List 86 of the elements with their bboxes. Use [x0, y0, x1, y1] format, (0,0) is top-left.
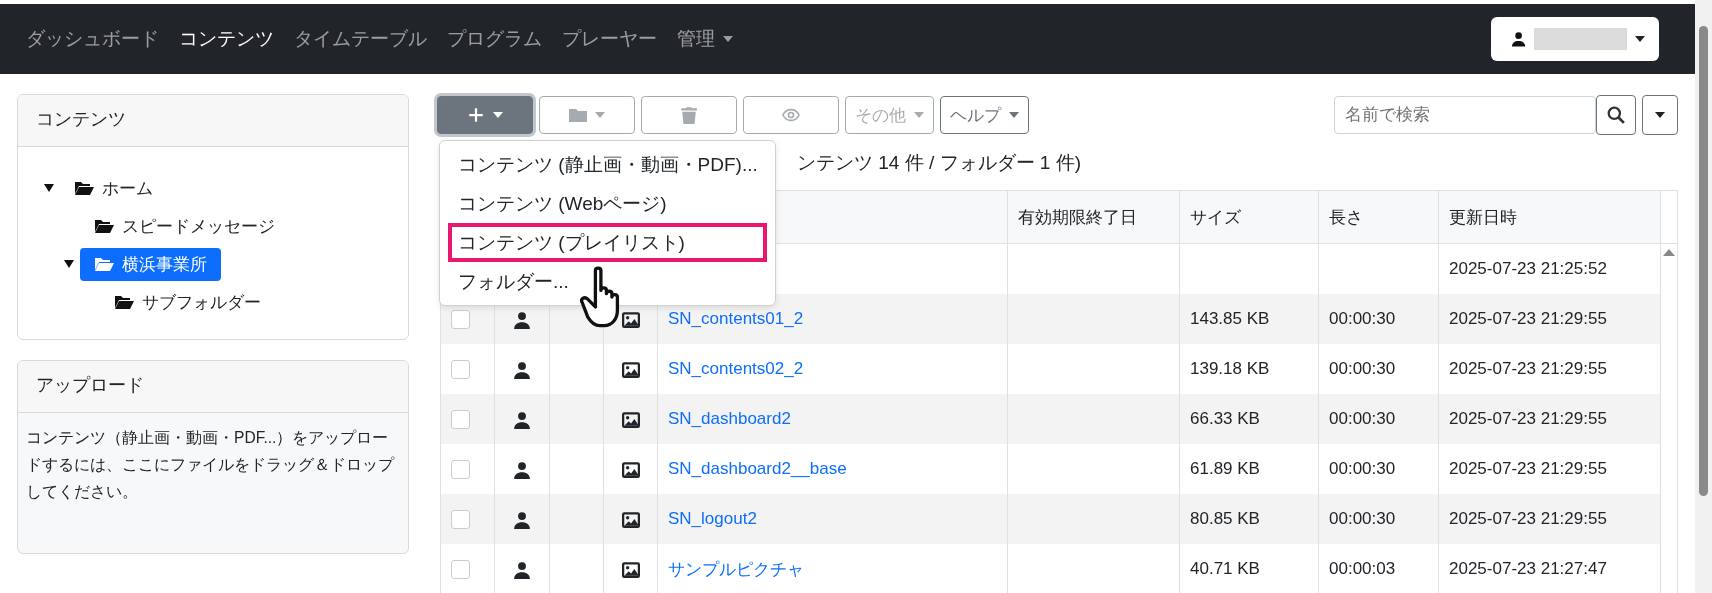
user-icon [513, 310, 531, 329]
nav-link[interactable]: 管理 [677, 26, 733, 52]
add-button[interactable] [437, 96, 533, 134]
updated-date: 2025-07-23 21:29:55 [1449, 459, 1607, 478]
duration-text: 00:00:30 [1329, 409, 1396, 428]
scroll-up-icon[interactable] [1663, 249, 1675, 256]
nav-link[interactable]: プログラム [447, 26, 542, 52]
page-scrollbar[interactable] [1695, 0, 1712, 593]
row-checkbox[interactable] [451, 410, 470, 429]
image-icon [621, 460, 640, 479]
content-link[interactable]: SN_dashboard2 [668, 409, 791, 428]
nav-link[interactable]: ダッシュボード [26, 26, 159, 52]
user-icon [513, 460, 531, 479]
upload-instructions: コンテンツ（静止画・動画・PDF...）をアップロードするには、ここにファイルをドラッグ＆ドロップしてください。 [25, 428, 396, 502]
updated-date: 2025-07-23 21:29:55 [1449, 359, 1607, 378]
row-checkbox[interactable] [451, 310, 470, 329]
size-text: 61.89 KB [1190, 459, 1260, 478]
folder-icon [74, 180, 94, 196]
user-menu-button[interactable] [1491, 17, 1659, 61]
tree-item[interactable]: 横浜事業所 [80, 247, 221, 281]
updated-date: 2025-07-23 21:29:55 [1449, 409, 1607, 428]
updated-date: 2025-07-23 21:27:47 [1449, 559, 1607, 578]
panel-header: アップロード [18, 361, 408, 413]
size-text: 80.85 KB [1190, 509, 1260, 528]
duration-text: 00:00:30 [1329, 359, 1396, 378]
folder-icon [94, 256, 114, 272]
search-icon [1607, 106, 1625, 124]
item-count: ンテンツ 14 件 / フォルダー 1 件) [797, 151, 1081, 175]
row-checkbox[interactable] [451, 510, 470, 529]
panel-header: コンテンツ [18, 95, 408, 147]
column-header[interactable]: サイズ [1179, 190, 1319, 244]
image-icon [621, 560, 640, 579]
duration-text: 00:00:03 [1329, 559, 1396, 578]
content-link[interactable]: サンプルピクチャ [668, 559, 804, 579]
size-text: 40.71 KB [1190, 559, 1260, 578]
menu-item[interactable]: コンテンツ (静止画・動画・PDF)... [440, 145, 775, 184]
content-link[interactable]: SN_contents01_2 [668, 309, 804, 328]
duration-text: 00:00:30 [1329, 309, 1396, 328]
plus-icon [467, 106, 485, 124]
content-link[interactable]: SN_logout2 [668, 509, 757, 528]
updated-date: 2025-07-23 21:25:52 [1449, 259, 1607, 278]
content-link[interactable]: SN_contents02_2 [668, 359, 804, 378]
tree-item[interactable]: ホーム [60, 171, 167, 205]
tree-item[interactable]: スピードメッセージ [80, 209, 289, 243]
folder-icon [569, 106, 587, 124]
search-field[interactable]: 名前で検索 [1334, 96, 1596, 134]
row-checkbox[interactable] [451, 560, 470, 579]
options-button[interactable] [1642, 95, 1678, 135]
user-icon [513, 510, 531, 529]
caret-icon [1635, 36, 1645, 42]
row-checkbox[interactable] [451, 460, 470, 479]
nav-link[interactable]: プレーヤー [562, 26, 657, 52]
duration-text: 00:00:30 [1329, 459, 1396, 478]
updated-date: 2025-07-23 21:29:55 [1449, 309, 1607, 328]
collapse-icon[interactable] [44, 184, 54, 192]
size-text: 143.85 KB [1190, 309, 1270, 328]
menu-item[interactable]: コンテンツ (プレイリスト) [448, 223, 767, 262]
nav-link[interactable]: コンテンツ [179, 26, 274, 52]
folder-icon [114, 294, 134, 310]
folder-icon [94, 218, 114, 234]
updated-date: 2025-07-23 21:29:55 [1449, 509, 1607, 528]
eye-icon [782, 106, 800, 124]
nav-link[interactable]: タイムテーブル [294, 26, 427, 52]
tree-item[interactable]: サブフォルダー [100, 285, 275, 319]
caret-icon [1655, 112, 1665, 118]
dropdown-button[interactable]: ヘルプ [940, 96, 1029, 134]
duration-text: 00:00:30 [1329, 509, 1396, 528]
size-text: 66.33 KB [1190, 409, 1260, 428]
trash-icon [680, 106, 698, 124]
image-icon [621, 310, 640, 329]
image-icon [621, 410, 640, 429]
column-header[interactable]: 更新日時 [1438, 190, 1661, 244]
row-checkbox[interactable] [451, 360, 470, 379]
size-text: 139.18 KB [1190, 359, 1270, 378]
user-icon [513, 560, 531, 579]
menu-item[interactable]: フォルダー... [440, 262, 775, 301]
user-icon [513, 360, 531, 379]
image-icon [621, 510, 640, 529]
content-link[interactable]: SN_dashboard2__base [668, 459, 847, 478]
image-icon [621, 360, 640, 379]
user-icon [513, 410, 531, 429]
search-button[interactable] [1596, 95, 1636, 135]
column-header[interactable]: 長さ [1318, 190, 1439, 244]
menu-item[interactable]: コンテンツ (Webページ) [440, 184, 775, 223]
user-icon [1511, 30, 1527, 48]
column-header[interactable]: 有効期限終了日 [1007, 190, 1180, 244]
